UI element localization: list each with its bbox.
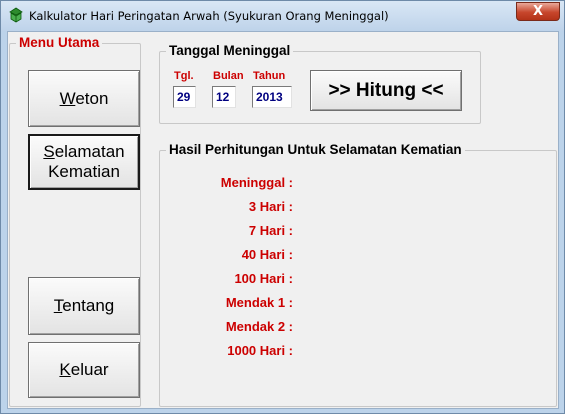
close-button[interactable]: X	[516, 2, 560, 21]
tentang-button[interactable]: Tentang	[28, 277, 140, 335]
day-input[interactable]: 29	[173, 86, 196, 108]
year-label: Tahun	[253, 70, 286, 82]
result-label-mendak-2: Mendak 2 :	[225, 319, 293, 334]
year-input[interactable]: 2013	[252, 86, 292, 108]
day-label: Tgl.	[174, 70, 194, 82]
app-window: Kalkulator Hari Peringatan Arwah (Syukur…	[0, 0, 565, 414]
title-bar[interactable]: Kalkulator Hari Peringatan Arwah (Syukur…	[1, 1, 564, 31]
selamatan-kematian-button[interactable]: Selamatan Kematian	[28, 134, 140, 190]
hitung-button[interactable]: >> Hitung <<	[310, 70, 462, 111]
weton-label: Weton	[59, 88, 109, 108]
result-label-3-hari: 3 Hari :	[248, 199, 293, 214]
result-label-mendak-1: Mendak 1 :	[225, 295, 293, 310]
client-area: Menu Utama Weton Selamatan Kematian Tent…	[7, 31, 559, 409]
result-label-40-hari: 40 Hari :	[241, 247, 293, 262]
keluar-button[interactable]: Keluar	[28, 342, 140, 398]
month-input[interactable]: 12	[212, 86, 236, 108]
month-label: Bulan	[213, 70, 244, 82]
window-title: Kalkulator Hari Peringatan Arwah (Syukur…	[29, 9, 389, 23]
kematian-label: Kematian	[48, 162, 120, 181]
result-label-7-hari: 7 Hari :	[248, 223, 293, 238]
weton-button[interactable]: Weton	[28, 70, 140, 127]
result-label-1000-hari: 1000 Hari :	[227, 343, 293, 358]
selamatan-label: Selamatan	[43, 142, 125, 161]
tanggal-meninggal-legend: Tanggal Meninggal	[166, 43, 294, 58]
app-icon	[9, 7, 23, 23]
hasil-perhitungan-legend: Hasil Perhitungan Untuk Selamatan Kemati…	[166, 142, 465, 157]
menu-utama-legend: Menu Utama	[16, 35, 103, 50]
tentang-label: Tentang	[53, 296, 115, 315]
result-label-100-hari: 100 Hari :	[234, 271, 293, 286]
keluar-label: Keluar	[59, 360, 109, 379]
result-label-meninggal: Meninggal :	[220, 175, 293, 190]
